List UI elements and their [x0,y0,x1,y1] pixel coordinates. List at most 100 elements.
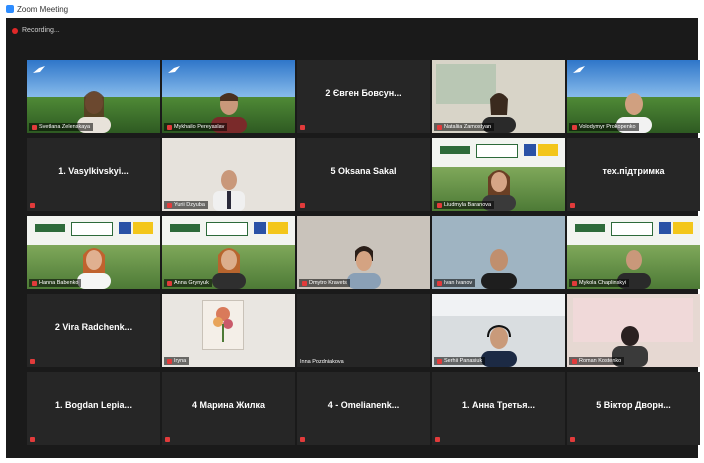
flower-drawing [213,307,233,342]
participant-name-display: 2 Євген Бовсун... [325,88,402,98]
participant-name: Dmytro Kravets [309,280,347,286]
participant-tile[interactable]: 4 - Omelianenk... [297,372,430,445]
participant-tile[interactable]: 2 Vira Radchenk... [27,294,160,367]
bird-logo-icon [168,66,180,73]
bird-logo-icon [33,66,45,73]
participant-label: Iryna [164,357,190,365]
participant-tile[interactable]: Nataliia Zamostyan [432,60,565,133]
bird-logo-icon [573,66,585,73]
participant-label: Serhii Panasiuk [434,357,486,365]
participant-label: Liudmyla Baranova [434,201,495,209]
virtual-background-banner [567,216,700,246]
mic-muted-icon [300,125,305,130]
participant-name-display: 1. Vasylkivskyi... [58,166,129,176]
mic-muted-icon [32,124,37,130]
mic-muted-icon [570,203,575,208]
participant-tile[interactable]: Mykhailo Pereyaslav [162,60,295,133]
gallery-grid: Svetlana Zelenskaya Mykhailo Pereyaslav … [6,18,700,458]
mic-muted-icon [435,437,440,442]
participant-tile[interactable]: 4 Марина Жилка [162,372,295,445]
participant-name: Nataliia Zamostyan [444,124,492,130]
participant-video [211,248,246,289]
participant-label: Mykola Chaplinskyi [569,279,630,287]
mic-muted-icon [572,280,577,286]
participant-tile[interactable]: Yurii Dzyuba [162,138,295,211]
participant-tile[interactable]: 2 Євген Бовсун... [297,60,430,133]
mic-muted-icon [300,203,305,208]
participant-name-display: 4 Марина Жилка [192,400,265,410]
window-titlebar: Zoom Meeting [0,0,704,18]
participant-tile[interactable]: Dmytro Kravets [297,216,430,289]
participant-label: Volodymyr Prokopenko [569,123,639,131]
recording-dot-icon [12,27,18,34]
participant-name: Iryna [174,358,187,364]
participant-tile[interactable]: Svetlana Zelenskaya [27,60,160,133]
participant-name: Roman Kostenko [579,358,622,364]
participant-label: Roman Kostenko [569,357,625,365]
participant-tile[interactable]: 1. Vasylkivskyi... [27,138,160,211]
participant-tile[interactable]: Mykola Chaplinskyi [567,216,700,289]
participant-name: Liudmyla Baranova [444,202,492,208]
participant-label: Dmytro Kravets [299,279,350,287]
participant-label: Anna Grynyuk [164,279,212,287]
participant-tile[interactable]: Inna Pozdniakova [297,294,430,367]
mic-muted-icon [167,124,172,130]
mic-muted-icon [570,437,575,442]
window-title: Zoom Meeting [17,4,69,14]
mic-muted-icon [167,280,172,286]
participant-name-display: 5 Віктор Дворн... [596,400,671,410]
participant-label: Mykhailo Pereyaslav [164,123,228,131]
virtual-background-banner [432,138,565,168]
mic-muted-icon [30,203,35,208]
participant-tile[interactable]: Roman Kostenko [567,294,700,367]
participant-name-display: 4 - Omelianenk... [327,400,400,410]
participant-tile[interactable]: 1. Bogdan Lepia... [27,372,160,445]
participant-label: Ivan Ivanov [434,279,476,287]
participant-label: Yurii Dzyuba [164,201,208,209]
participant-name: Anna Grynyuk [174,280,209,286]
participant-name: Mykola Chaplinskyi [579,280,627,286]
mic-muted-icon [302,280,307,286]
participant-tile[interactable]: Volodymyr Prokopenko [567,60,700,133]
participant-name: Svetlana Zelenskaya [39,124,91,130]
participant-tile[interactable]: Ivan Ivanov [432,216,565,289]
mic-muted-icon [167,202,172,208]
participant-name-display: 5 Oksana Sakal [330,166,397,176]
virtual-background-banner [162,216,295,246]
participant-name-display: 1. Bogdan Lepia... [54,400,132,410]
participant-name-display: тех.підтримка [602,166,665,176]
participant-tile[interactable]: 5 Oksana Sakal [297,138,430,211]
participant-label: Svetlana Zelenskaya [29,123,94,131]
mic-muted-icon [437,124,442,130]
participant-tile[interactable]: 1. Анна Третья... [432,372,565,445]
mic-muted-icon [300,437,305,442]
participant-name: Yurii Dzyuba [174,202,205,208]
participant-tile[interactable]: Serhii Panasiuk [432,294,565,367]
participant-name-display: 2 Vira Radchenk... [54,322,133,332]
participant-tile-active-speaker[interactable]: Hanna Babenko [27,216,160,289]
mic-muted-icon [572,124,577,130]
participant-name: Serhii Panasiuk [444,358,483,364]
office-window [432,294,565,316]
participant-tile[interactable]: Iryna [162,294,295,367]
participant-name: Volodymyr Prokopenko [579,124,636,130]
participant-label: Nataliia Zamostyan [434,123,495,131]
participant-name: Mykhailo Pereyaslav [174,124,225,130]
participant-tile[interactable]: тех.підтримка [567,138,700,211]
participant-name: Ivan Ivanov [444,280,473,286]
recording-indicator[interactable]: Recording... [12,27,60,34]
recording-label: Recording... [22,27,60,34]
participant-label: Hanna Babenko [29,279,82,287]
participant-tile[interactable]: 5 Віктор Дворн... [567,372,700,445]
mic-muted-icon [30,359,35,364]
participant-video [212,170,245,211]
mic-muted-icon [572,358,577,364]
participant-tile[interactable]: Liudmyla Baranova [432,138,565,211]
participant-name: Hanna Babenko [39,280,79,286]
participant-tile[interactable]: Anna Grynyuk [162,216,295,289]
mic-muted-icon [30,437,35,442]
mic-muted-icon [32,280,37,286]
mic-muted-icon [167,358,172,364]
participant-video [480,249,517,289]
participant-name: Inna Pozdniakova [300,359,344,365]
